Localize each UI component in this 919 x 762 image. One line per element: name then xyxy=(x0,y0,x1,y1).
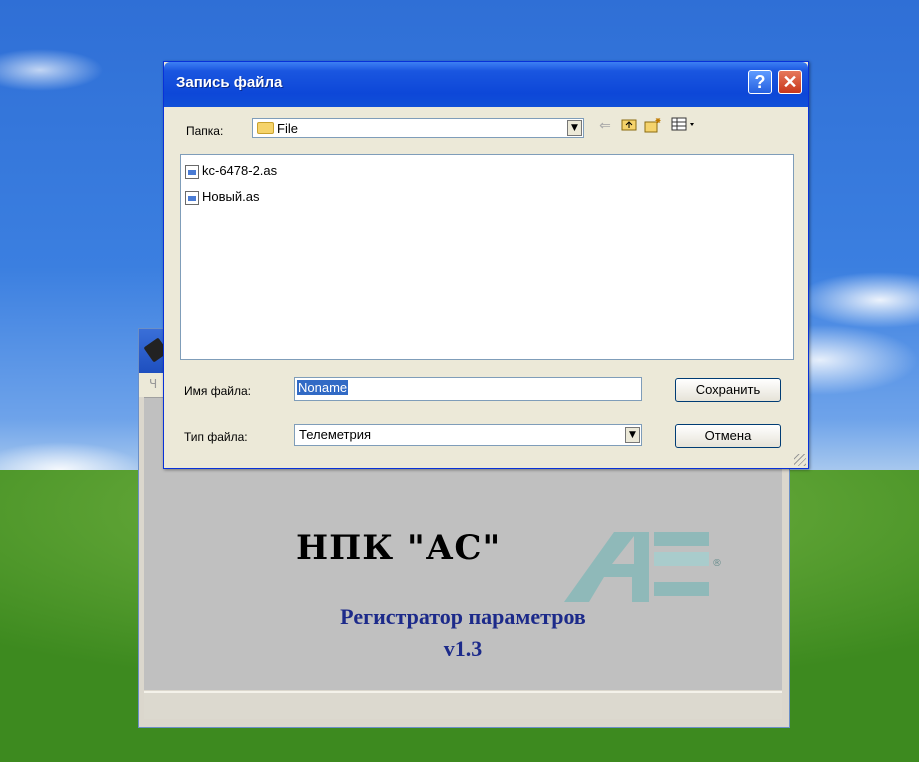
back-arrow-icon[interactable]: ⇐ xyxy=(596,117,614,135)
filename-input[interactable]: Noname xyxy=(294,377,642,401)
folder-label: Папка: xyxy=(186,124,224,138)
close-button[interactable]: ✕ xyxy=(778,70,802,94)
company-name: НПК "АС" xyxy=(296,528,502,568)
file-name: Новый.as xyxy=(202,189,260,204)
chevron-down-icon[interactable]: ▼ xyxy=(567,120,582,136)
filename-label: Имя файла: xyxy=(184,384,251,398)
filetype-select[interactable]: Телеметрия ▼ xyxy=(294,424,642,446)
folder-icon xyxy=(257,122,274,134)
up-folder-icon[interactable] xyxy=(620,117,638,135)
company-logo: ® xyxy=(564,532,722,602)
dialog-titlebar[interactable]: Запись файла ? ✕ xyxy=(164,62,808,107)
product-version: v1.3 xyxy=(443,636,483,661)
filetype-value: Телеметрия xyxy=(299,427,372,442)
filename-value: Noname xyxy=(297,380,349,395)
file-icon xyxy=(185,165,199,179)
status-bar xyxy=(144,691,782,719)
filetype-label: Тип файла: xyxy=(184,430,248,444)
file-name: kc-6478-2.as xyxy=(202,163,278,178)
chevron-down-icon[interactable]: ▼ xyxy=(625,427,640,443)
folder-select[interactable]: File ▼ xyxy=(252,118,584,138)
file-list[interactable]: kc-6478-2.as Новый.as xyxy=(180,154,794,360)
help-button[interactable]: ? xyxy=(748,70,772,94)
file-icon xyxy=(185,191,199,205)
new-folder-icon[interactable] xyxy=(644,117,662,135)
dialog-title: Запись файла xyxy=(176,74,283,91)
menu-stub[interactable]: Ч xyxy=(149,377,157,391)
cancel-button[interactable]: Отмена xyxy=(675,424,781,448)
resize-grip[interactable] xyxy=(794,454,806,466)
save-button[interactable]: Сохранить xyxy=(675,378,781,402)
view-menu-icon[interactable] xyxy=(670,117,698,135)
registered-mark: ® xyxy=(712,558,722,569)
product-title: Регистратор параметров xyxy=(340,604,586,629)
save-file-dialog[interactable]: Запись файла ? ✕ Папка: File ▼ ⇐ kc-6478… xyxy=(163,61,809,469)
folder-value: File xyxy=(277,121,298,136)
